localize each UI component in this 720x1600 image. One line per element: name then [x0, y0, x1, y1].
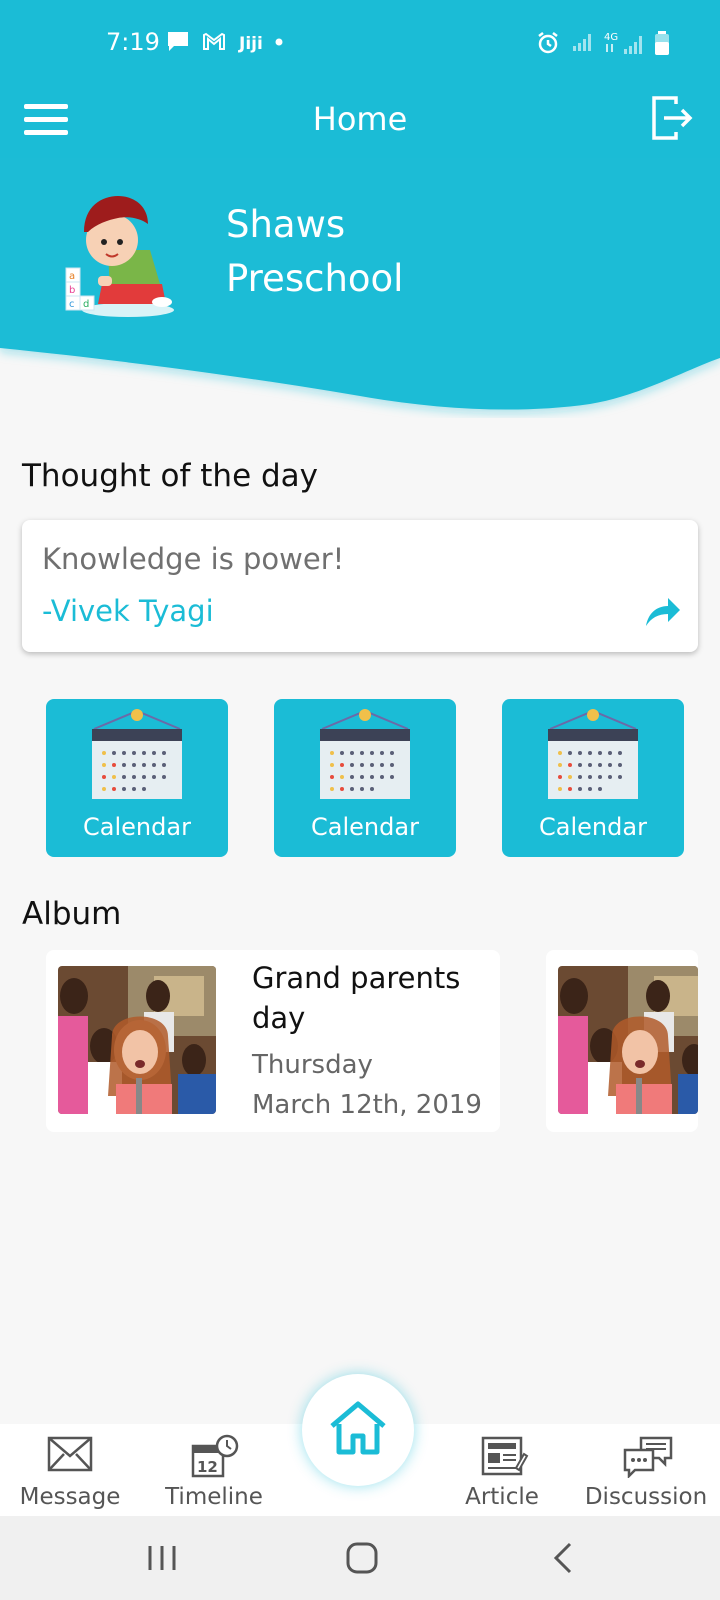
calendar-icon: [548, 709, 638, 799]
dot-icon: [275, 38, 283, 46]
system-navigation-bar: [0, 1516, 720, 1600]
album-title: Grand parents day: [252, 961, 461, 1035]
tile-label: Calendar: [83, 813, 191, 841]
back-icon[interactable]: [540, 1536, 588, 1580]
logout-icon[interactable]: [646, 92, 698, 144]
calendar-tile-2[interactable]: Calendar: [274, 699, 456, 857]
chat-notification-icon: [168, 32, 188, 51]
svg-text:a: a: [69, 271, 75, 282]
envelope-icon: [47, 1436, 93, 1472]
status-notification-icons: Jiji: [166, 30, 284, 54]
svg-text:4G: 4G: [604, 32, 618, 43]
newspaper-icon: [481, 1436, 529, 1476]
chat-bubbles-icon: [623, 1436, 673, 1478]
school-name: Shaws Preschool: [226, 203, 404, 300]
nav-label: Discussion: [584, 1484, 708, 1510]
home-nav-icon[interactable]: [338, 1536, 386, 1580]
album-card-partial[interactable]: [546, 950, 698, 1132]
calendar-clock-icon: 12: [191, 1434, 239, 1478]
calendar-tile-3[interactable]: Calendar: [502, 699, 684, 857]
nav-label: Article: [465, 1484, 539, 1510]
battery-icon: [655, 31, 669, 55]
share-icon[interactable]: [642, 592, 682, 632]
quote-card: Knowledge is power! -Vivek Tyagi: [22, 520, 698, 652]
home-button[interactable]: [302, 1374, 414, 1486]
nav-label: Timeline: [165, 1484, 263, 1510]
page-title: Home: [312, 100, 408, 138]
gmail-icon: [203, 32, 225, 50]
quote-text: Knowledge is power!: [42, 542, 345, 576]
svg-text:c: c: [69, 299, 75, 310]
nav-article[interactable]: Article: [432, 1424, 572, 1516]
home-icon: [330, 1401, 386, 1455]
calendar-icon: [320, 709, 410, 799]
svg-text:12: 12: [197, 1458, 218, 1476]
album-card[interactable]: Grand parents day Thursday March 12th, 2…: [46, 950, 500, 1132]
svg-text:d: d: [83, 299, 89, 310]
album-date: March 12th, 2019: [252, 1090, 482, 1120]
jiji-icon: Jiji: [238, 34, 262, 54]
status-system-icons: 4G: [536, 30, 670, 56]
nav-message[interactable]: Message: [0, 1424, 140, 1516]
alarm-icon: [538, 32, 558, 54]
album-thumbnail: [558, 966, 698, 1114]
album-section-title: Album: [22, 896, 122, 932]
calendar-icon: [92, 709, 182, 799]
nav-discussion[interactable]: Discussion: [576, 1424, 716, 1516]
album-thumbnail: [58, 966, 216, 1114]
nav-label: Message: [19, 1484, 121, 1510]
school-logo-child-illustration: a b c d: [65, 196, 174, 317]
svg-text:b: b: [69, 285, 75, 296]
4g-signal-icon: 4G: [604, 32, 642, 54]
quote-author: -Vivek Tyagi: [42, 594, 214, 628]
app-bar: Home: [0, 88, 720, 160]
thought-section-title: Thought of the day: [22, 458, 319, 494]
status-time: 7:19: [106, 28, 160, 56]
svg-text:Jiji: Jiji: [238, 34, 262, 54]
nav-timeline[interactable]: 12 Timeline: [144, 1424, 284, 1516]
tile-label: Calendar: [539, 813, 647, 841]
tile-label: Calendar: [311, 813, 419, 841]
calendar-tile-1[interactable]: Calendar: [46, 699, 228, 857]
album-day: Thursday: [252, 1050, 373, 1080]
signal-icon: [573, 34, 591, 51]
recent-apps-icon[interactable]: [138, 1536, 186, 1580]
status-bar: 7:19 Jiji 4G: [0, 0, 720, 88]
